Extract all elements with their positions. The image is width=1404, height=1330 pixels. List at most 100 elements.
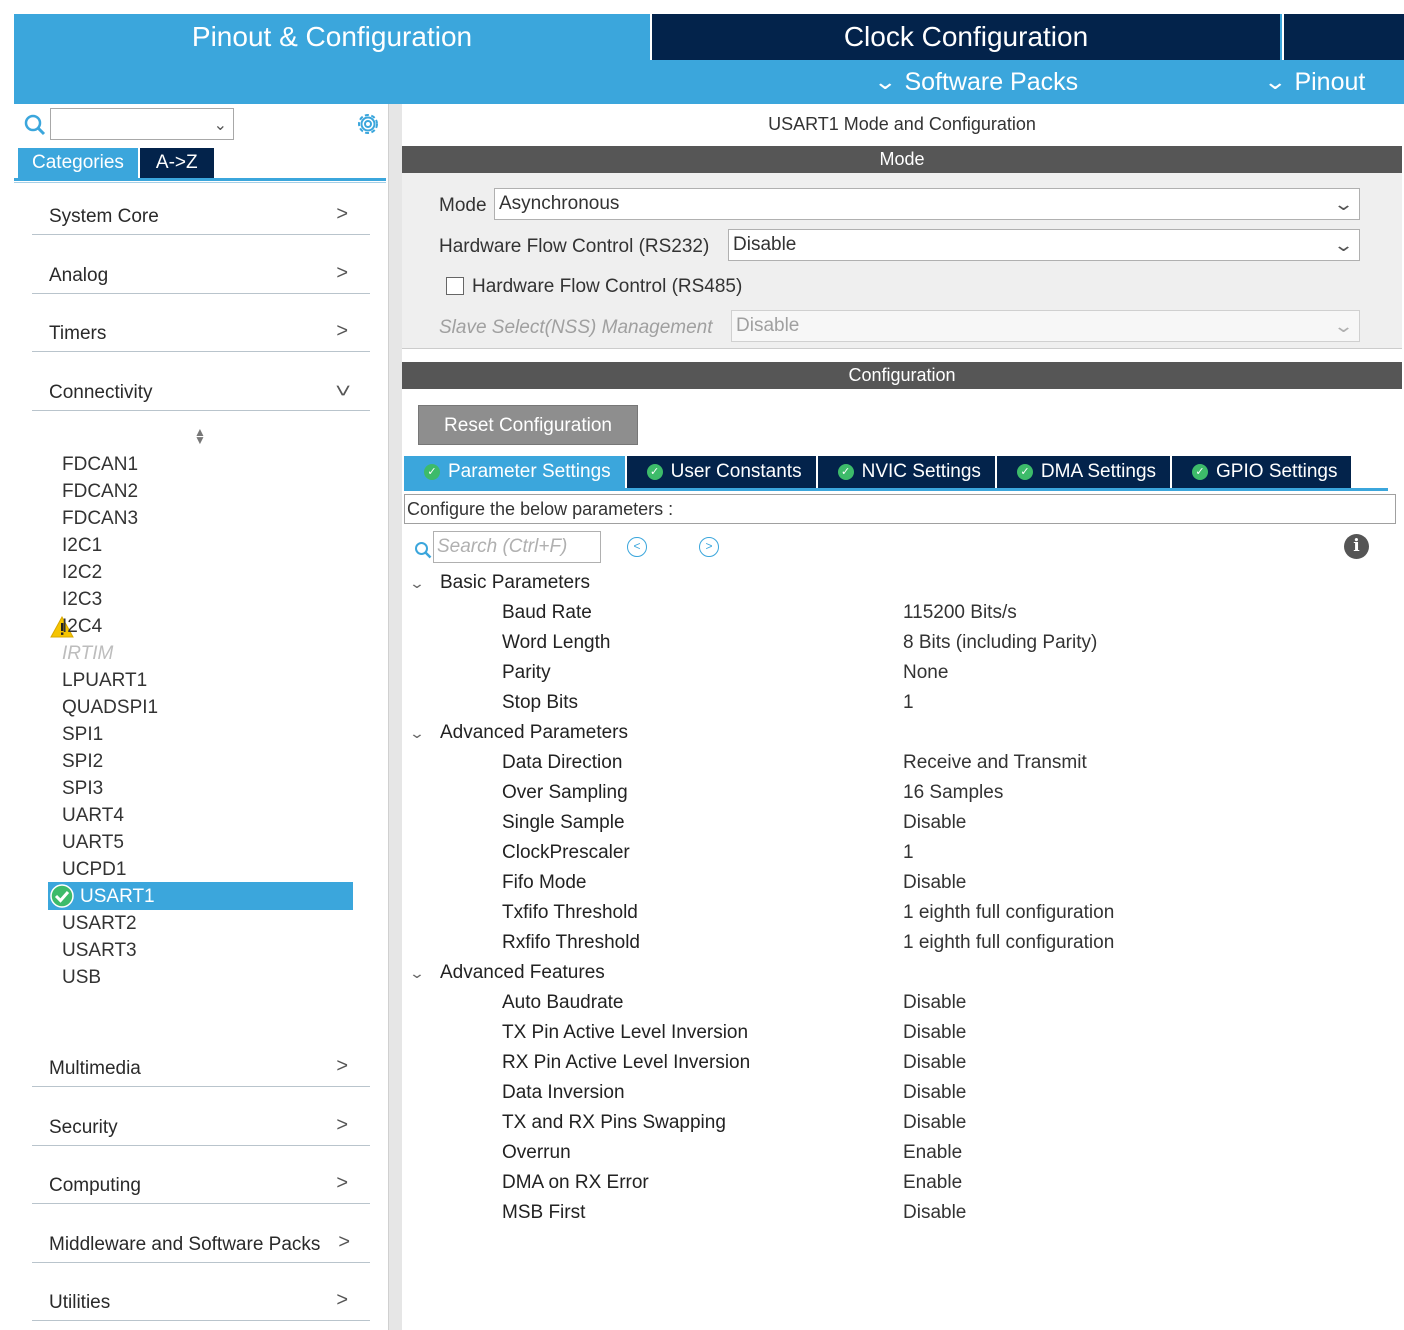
pinout-label: Pinout	[1294, 68, 1366, 96]
tab-project-manager[interactable]	[1284, 14, 1404, 60]
mode-select[interactable]: Asynchronous ⌄	[494, 188, 1360, 220]
group-advanced-features[interactable]: ⌄ Advanced Features	[409, 958, 605, 988]
peripheral-item[interactable]: I2C3	[62, 586, 102, 613]
peripheral-item[interactable]: USB	[62, 964, 101, 991]
tab-nvic-settings[interactable]: ✓ NVIC Settings	[817, 456, 997, 488]
search-icon[interactable]	[414, 541, 432, 559]
parameter-search-input[interactable]: Search (Ctrl+F)	[433, 531, 601, 563]
group-basic-parameters[interactable]: ⌄ Basic Parameters	[409, 568, 590, 598]
tab-parameter-settings[interactable]: ✓ Parameter Settings	[404, 456, 627, 488]
check-circle-icon: ✓	[1192, 464, 1209, 480]
peripheral-item[interactable]: FDCAN3	[62, 505, 138, 532]
category-timers[interactable]: Timers >	[32, 316, 370, 352]
param-value[interactable]: Disable	[903, 1108, 966, 1138]
category-security[interactable]: Security >	[32, 1110, 370, 1146]
param-value[interactable]: Disable	[903, 808, 966, 838]
category-label: Timers	[49, 323, 107, 344]
tab-user-constants[interactable]: ✓ User Constants	[626, 456, 818, 488]
param-value[interactable]: 115200 Bits/s	[903, 598, 1017, 628]
peripheral-item[interactable]: SPI1	[62, 721, 103, 748]
peripheral-item[interactable]: QUADSPI1	[62, 694, 158, 721]
next-match-icon[interactable]: >	[699, 537, 719, 557]
tab-underline	[404, 488, 1388, 491]
tab-underline	[14, 178, 386, 181]
category-connectivity[interactable]: Connectivity >	[32, 375, 370, 411]
param-value[interactable]: Enable	[903, 1138, 962, 1168]
tab-a-to-z[interactable]: A->Z	[139, 148, 214, 178]
search-icon[interactable]	[24, 114, 46, 136]
category-label: Middleware and Software Packs	[49, 1234, 321, 1255]
param-value[interactable]: Disable	[903, 1018, 966, 1048]
param-value[interactable]: Disable	[903, 988, 966, 1018]
param-value[interactable]: Enable	[903, 1168, 962, 1198]
sort-icon[interactable]: ▲ ▼	[194, 426, 206, 446]
param-value[interactable]: 16 Samples	[903, 778, 1003, 808]
tab-label: NVIC Settings	[861, 461, 981, 482]
chevron-down-icon: ⌄	[1332, 235, 1355, 255]
software-packs-menu[interactable]: ⌄ Software Packs	[873, 60, 1079, 104]
category-computing[interactable]: Computing >	[32, 1168, 370, 1204]
peripheral-item[interactable]: I2C2	[62, 559, 102, 586]
info-icon[interactable]: i	[1344, 534, 1369, 559]
category-middleware[interactable]: Middleware and Software Packs >	[32, 1227, 370, 1263]
category-search-input[interactable]: ⌄	[50, 108, 234, 140]
peripheral-item-selected[interactable]: USART1	[80, 883, 155, 910]
category-multimedia[interactable]: Multimedia >	[32, 1051, 370, 1087]
param-value[interactable]: 1	[903, 688, 914, 718]
param-value[interactable]: 8 Bits (including Parity)	[903, 628, 1097, 658]
chevron-down-icon: ⌄	[1332, 194, 1355, 214]
peripheral-item[interactable]: UCPD1	[62, 856, 126, 883]
param-value[interactable]: None	[903, 658, 948, 688]
pinout-menu[interactable]: ⌄ Pinout	[1263, 60, 1366, 104]
param-name: Single Sample	[502, 812, 625, 833]
param-value[interactable]: 1	[903, 838, 914, 868]
chevron-down-icon[interactable]: ⌄	[214, 115, 227, 135]
mode-section: Mode Asynchronous ⌄ Hardware Flow Contro…	[402, 173, 1402, 349]
param-name: Parity	[502, 662, 551, 683]
peripheral-item[interactable]: FDCAN1	[62, 451, 138, 478]
hw-flow-rs232-label: Hardware Flow Control (RS232)	[439, 236, 710, 257]
chevron-down-icon: ⌄	[1263, 69, 1288, 94]
param-value[interactable]: 1 eighth full configuration	[903, 928, 1114, 958]
param-value[interactable]: 1 eighth full configuration	[903, 898, 1114, 928]
param-value[interactable]: Disable	[903, 1078, 966, 1108]
gear-icon[interactable]	[354, 110, 382, 138]
peripheral-item[interactable]: UART4	[62, 802, 124, 829]
categories-panel: ⌄ Categories A->Z System Core > Analog >…	[14, 104, 388, 1330]
chevron-right-icon: >	[336, 320, 348, 342]
param-value[interactable]: Disable	[903, 1198, 966, 1228]
tab-pinout-configuration[interactable]: Pinout & Configuration	[14, 14, 650, 60]
reset-configuration-button[interactable]: Reset Configuration	[418, 405, 638, 445]
tab-clock-configuration[interactable]: Clock Configuration	[652, 14, 1282, 60]
category-analog[interactable]: Analog >	[32, 258, 370, 294]
param-value[interactable]: Receive and Transmit	[903, 748, 1087, 778]
peripheral-item[interactable]: UART5	[62, 829, 124, 856]
chevron-right-icon: >	[336, 262, 348, 284]
param-name: Baud Rate	[502, 602, 592, 623]
param-value[interactable]: Disable	[903, 1048, 966, 1078]
param-value[interactable]: Disable	[903, 868, 966, 898]
tab-categories[interactable]: Categories	[18, 148, 138, 178]
check-circle-icon	[50, 884, 74, 908]
peripheral-item[interactable]: I2C4	[62, 613, 102, 640]
tab-gpio-settings[interactable]: ✓ GPIO Settings	[1172, 456, 1354, 488]
group-advanced-parameters[interactable]: ⌄ Advanced Parameters	[409, 718, 628, 748]
tab-dma-settings[interactable]: ✓ DMA Settings	[996, 456, 1173, 488]
peripheral-item[interactable]: SPI2	[62, 748, 103, 775]
peripheral-item[interactable]: LPUART1	[62, 667, 147, 694]
category-utilities[interactable]: Utilities >	[32, 1285, 370, 1321]
configuration-tabs: ✓ Parameter Settings ✓ User Constants ✓ …	[404, 456, 1354, 488]
configure-instructions: Configure the below parameters :	[404, 494, 1396, 524]
previous-match-icon[interactable]: <	[627, 537, 647, 557]
hw-flow-rs232-select[interactable]: Disable ⌄	[728, 229, 1360, 261]
peripheral-item[interactable]: I2C1	[62, 532, 102, 559]
peripheral-item[interactable]: SPI3	[62, 775, 103, 802]
category-system-core[interactable]: System Core >	[32, 199, 370, 235]
hw-flow-rs485-checkbox[interactable]	[446, 277, 464, 295]
panel-splitter[interactable]	[388, 104, 402, 1330]
software-packs-label: Software Packs	[904, 68, 1079, 96]
check-circle-icon: ✓	[424, 464, 440, 480]
peripheral-item[interactable]: USART2	[62, 910, 137, 937]
peripheral-item[interactable]: FDCAN2	[62, 478, 138, 505]
peripheral-item[interactable]: USART3	[62, 937, 137, 964]
